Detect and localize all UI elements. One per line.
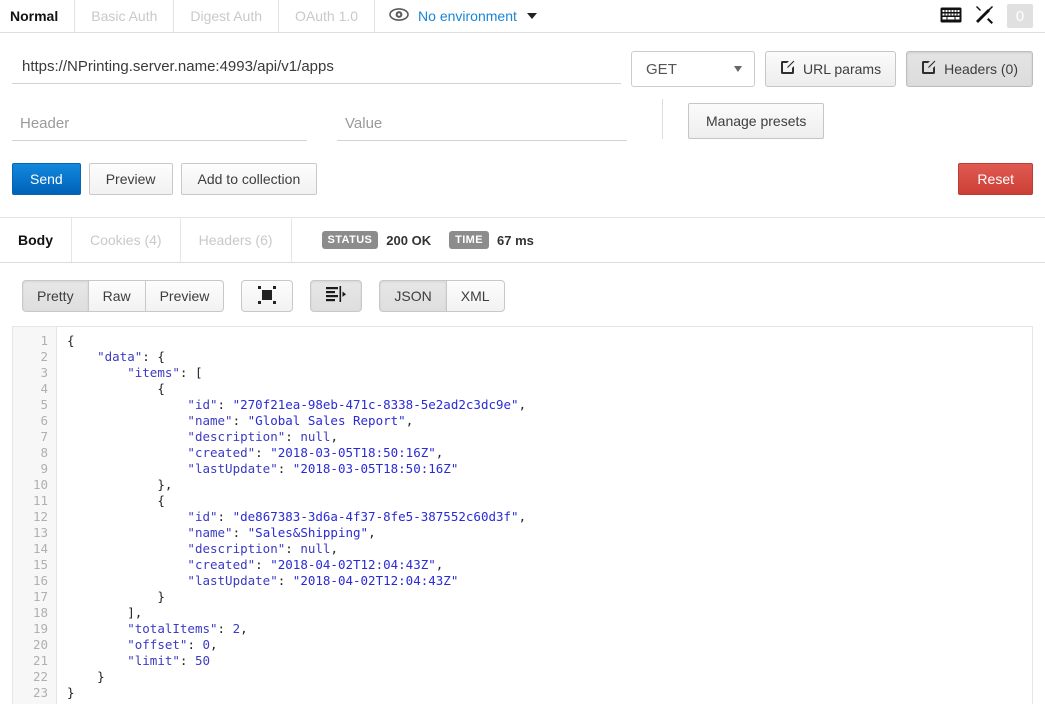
status-value: 200 OK xyxy=(386,232,432,248)
url-params-label: URL params xyxy=(803,61,882,77)
time-value: 67 ms xyxy=(497,232,534,248)
wrap-lines-icon xyxy=(326,286,347,306)
line-number-gutter: 1 2 3 4 5 6 7 8 9 10 11 12 13 14 15 16 17 18 19 20 21 22 23 xyxy=(13,327,57,704)
line-number: 11 xyxy=(32,493,48,508)
header-value-row: Manage presets xyxy=(0,87,1045,141)
line-number: 15 xyxy=(32,557,48,572)
add-to-collection-button[interactable]: Add to collection xyxy=(180,163,318,195)
line-number: 13 xyxy=(32,525,48,540)
keyboard-icon[interactable] xyxy=(940,7,962,26)
url-input[interactable] xyxy=(12,54,622,84)
fullscreen-icon xyxy=(258,285,277,307)
vertical-divider xyxy=(662,99,663,139)
auth-tab-label: Basic Auth xyxy=(91,8,158,24)
auth-tab-bar: Normal Basic Auth Digest Auth OAuth 1.0 … xyxy=(0,0,1045,33)
line-number: 9 xyxy=(40,461,48,476)
http-method-select[interactable]: GET xyxy=(631,51,756,87)
tab-label: Headers (6) xyxy=(198,232,273,248)
auth-tab-digest-auth[interactable]: Digest Auth xyxy=(174,0,279,32)
auth-tab-normal[interactable]: Normal xyxy=(0,0,76,32)
environment-label[interactable]: No environment xyxy=(418,8,517,24)
eye-icon xyxy=(389,8,409,24)
line-number: 20 xyxy=(32,637,48,652)
auth-tab-label: Normal xyxy=(10,8,59,24)
response-body-code[interactable]: { "data": { "items": [ { "id": "270f21ea… xyxy=(57,327,1032,704)
reset-button[interactable]: Reset xyxy=(958,163,1033,195)
line-number: 12 xyxy=(32,509,48,524)
response-tab-bar: Body Cookies (4) Headers (6) STATUS 200 … xyxy=(0,217,1045,263)
tools-icon[interactable] xyxy=(975,5,994,27)
environment-selector[interactable]: No environment xyxy=(375,0,551,32)
auth-tab-label: OAuth 1.0 xyxy=(295,8,359,24)
response-format-toolbar: Pretty Raw Preview JSON XML xyxy=(0,263,1045,312)
format-label: Pretty xyxy=(37,288,74,304)
headers-label: Headers (0) xyxy=(944,61,1018,77)
request-url-row: GET URL params Headers (0) xyxy=(0,33,1045,87)
format-raw-button[interactable]: Raw xyxy=(87,280,145,312)
url-params-button[interactable]: URL params xyxy=(765,51,897,87)
headers-button[interactable]: Headers (0) xyxy=(906,51,1033,87)
status-badge: STATUS xyxy=(321,231,379,249)
line-number: 7 xyxy=(40,429,48,444)
edit-square-icon xyxy=(921,60,936,78)
format-pretty-button[interactable]: Pretty xyxy=(22,280,88,312)
response-status-zone: STATUS 200 OK TIME 67 ms xyxy=(292,218,534,262)
line-number: 21 xyxy=(32,653,48,668)
preview-button[interactable]: Preview xyxy=(88,163,173,195)
line-number: 6 xyxy=(40,413,48,428)
content-type-xml-button[interactable]: XML xyxy=(445,280,505,312)
line-number: 4 xyxy=(40,381,48,396)
topbar-actions: 0 xyxy=(940,0,1045,32)
send-button[interactable]: Send xyxy=(12,163,81,195)
line-number: 10 xyxy=(32,477,48,492)
line-number: 16 xyxy=(32,573,48,588)
tab-label: Body xyxy=(18,232,53,248)
tab-cookies[interactable]: Cookies (4) xyxy=(72,218,181,262)
line-number: 14 xyxy=(32,541,48,556)
chevron-down-icon[interactable] xyxy=(526,13,537,19)
content-type-label: XML xyxy=(460,288,490,304)
line-number: 1 xyxy=(40,333,48,348)
counter-badge[interactable]: 0 xyxy=(1007,4,1033,28)
content-type-group: JSON XML xyxy=(379,280,505,312)
line-number: 22 xyxy=(32,669,48,684)
line-number: 19 xyxy=(32,621,48,636)
time-badge: TIME xyxy=(449,231,489,249)
line-number: 18 xyxy=(32,605,48,620)
manage-presets-button[interactable]: Manage presets xyxy=(688,103,825,139)
header-value-input[interactable] xyxy=(337,111,627,141)
header-name-input[interactable] xyxy=(12,111,307,141)
edit-square-icon xyxy=(780,60,795,78)
line-number: 17 xyxy=(32,589,48,604)
line-number: 5 xyxy=(40,397,48,412)
format-label: Raw xyxy=(102,288,131,304)
fullscreen-button[interactable] xyxy=(241,280,294,312)
line-number: 8 xyxy=(40,445,48,460)
auth-tab-oauth-1[interactable]: OAuth 1.0 xyxy=(279,0,376,32)
auth-tab-basic-auth[interactable]: Basic Auth xyxy=(75,0,175,32)
tab-headers[interactable]: Headers (6) xyxy=(181,218,292,262)
wrap-lines-button[interactable] xyxy=(310,280,363,312)
line-number: 23 xyxy=(32,685,48,700)
line-number: 2 xyxy=(40,349,48,364)
format-preview-button[interactable]: Preview xyxy=(144,280,225,312)
chevron-down-icon xyxy=(734,66,743,72)
request-action-row: Send Preview Add to collection Reset xyxy=(0,141,1045,195)
auth-tab-label: Digest Auth xyxy=(190,8,262,24)
line-number: 3 xyxy=(40,365,48,380)
tab-label: Cookies (4) xyxy=(90,232,162,248)
response-body-viewer[interactable]: 1 2 3 4 5 6 7 8 9 10 11 12 13 14 15 16 17 18 19 20 21 22 23 { … xyxy=(12,326,1033,704)
format-label: Preview xyxy=(159,288,210,304)
tab-body[interactable]: Body xyxy=(0,218,72,262)
http-method-value: GET xyxy=(646,60,677,78)
content-type-label: JSON xyxy=(394,288,432,304)
format-mode-group: Pretty Raw Preview xyxy=(22,280,225,312)
content-type-json-button[interactable]: JSON xyxy=(379,280,446,312)
